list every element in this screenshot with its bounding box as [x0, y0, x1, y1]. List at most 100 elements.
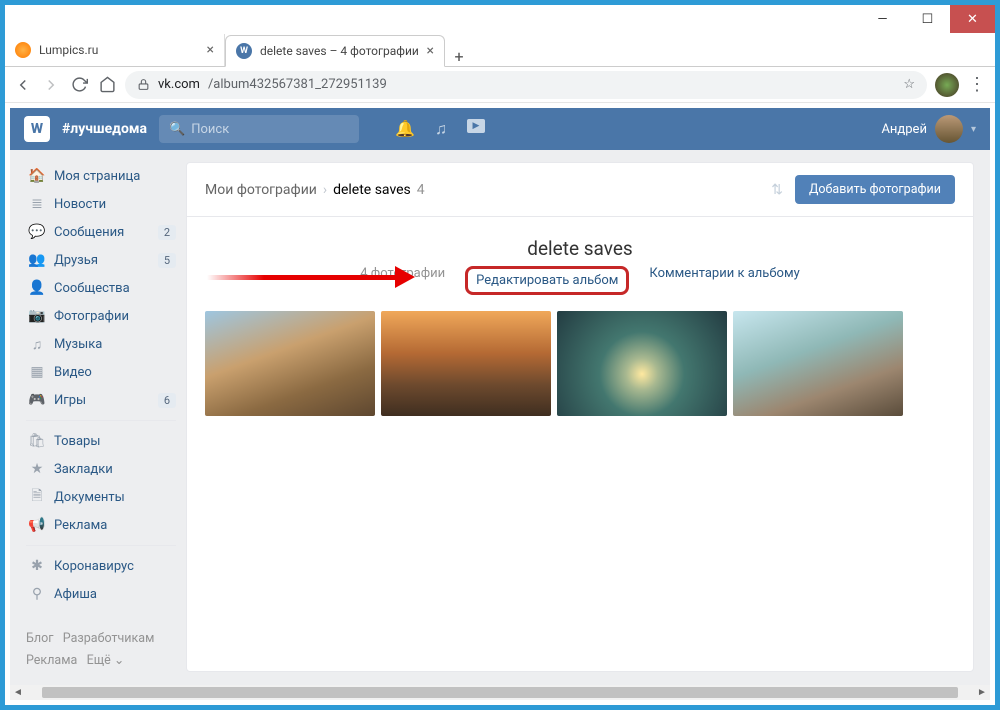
breadcrumb-count: 4	[417, 182, 425, 198]
address-bar[interactable]: vk.com/album432567381_272951139 ☆	[125, 71, 927, 99]
search-icon: 🔍	[169, 122, 185, 137]
sidebar-item-label: Сообщества	[54, 281, 130, 296]
reload-button[interactable]	[69, 75, 89, 95]
footer-ads-link[interactable]: Реклама	[26, 653, 77, 668]
sidebar-item-events[interactable]: ⚲Афиша	[26, 580, 176, 608]
user-menu[interactable]: Андрей ▾	[881, 115, 976, 143]
photos-icon: 📷	[28, 308, 46, 324]
sidebar-item-friends[interactable]: 👥 Друзья 5	[26, 246, 176, 274]
footer-more-link[interactable]: Ещё ⌄	[87, 653, 125, 668]
window-maximize-button[interactable]: ☐	[905, 5, 950, 33]
window-titlebar: — ☐ ✕	[5, 5, 995, 33]
new-tab-button[interactable]: +	[445, 47, 473, 66]
sidebar-item-label: Видео	[54, 365, 92, 380]
scroll-right-button[interactable]: ►	[974, 687, 990, 698]
sidebar-item-label: Афиша	[54, 587, 97, 602]
browser-profile-button[interactable]	[935, 73, 959, 97]
docs-icon: 🗎	[28, 485, 46, 509]
video-play-icon[interactable]: ▶	[467, 119, 485, 133]
sidebar-item-label: Новости	[54, 197, 106, 212]
divider	[26, 420, 176, 421]
album-title-block: delete saves 4 фотографии Редактировать …	[187, 217, 973, 299]
window-minimize-button[interactable]: —	[860, 5, 905, 33]
sidebar-item-messages[interactable]: 💬Сообщения2	[26, 218, 176, 246]
friends-icon: 👥	[28, 252, 46, 268]
sidebar-footer: Блог Разработчикам Реклама Ещё ⌄	[26, 608, 176, 672]
sidebar-item-docs[interactable]: 🗎 Документы	[26, 483, 176, 511]
back-button[interactable]	[13, 75, 33, 95]
sidebar-item-profile[interactable]: 🏠Моя страница	[26, 162, 176, 190]
avatar	[935, 115, 963, 143]
tab-vk-album[interactable]: W delete saves – 4 фотографии ×	[225, 35, 445, 67]
album-title: delete saves	[187, 237, 973, 260]
sidebar-item-photos[interactable]: 📷 Фотографии	[26, 302, 176, 330]
lumpics-favicon	[15, 42, 31, 58]
scroll-thumb[interactable]	[42, 687, 958, 698]
breadcrumb-root[interactable]: Мои фотографии	[205, 182, 317, 198]
music-icon: ♫	[28, 336, 46, 353]
sidebar-item-bookmarks[interactable]: ★ Закладки	[26, 455, 176, 483]
sidebar-item-label: Друзья	[54, 253, 98, 268]
messages-icon: 💬	[28, 224, 46, 240]
vk-header: W #лучшедома 🔍 Поиск 🔔 ♫ ▶ Андрей ▾	[10, 108, 990, 150]
album-panel: Мои фотографии › delete saves 4 ⇅ Добави…	[186, 162, 974, 672]
sidebar-item-label: Документы	[54, 490, 125, 505]
home-button[interactable]	[97, 75, 117, 95]
footer-devs-link[interactable]: Разработчикам	[63, 631, 155, 646]
photo-thumbnail[interactable]	[733, 311, 903, 416]
bookmark-star-icon[interactable]: ☆	[903, 77, 915, 92]
scroll-left-button[interactable]: ◄	[10, 687, 26, 698]
sidebar-item-music[interactable]: ♫Музыка	[26, 330, 176, 358]
header-hashtag[interactable]: #лучшедома	[62, 121, 147, 137]
browser-menu-button[interactable]: ⋮	[967, 75, 987, 95]
close-icon[interactable]: ×	[207, 42, 214, 58]
sidebar-item-groups[interactable]: 👤Сообщества	[26, 274, 176, 302]
breadcrumb-album: delete saves	[333, 182, 411, 198]
tab-label: Lumpics.ru	[39, 43, 98, 57]
sort-icon[interactable]: ⇅	[771, 182, 783, 198]
chevron-right-icon: ›	[323, 182, 327, 198]
username: Андрей	[881, 122, 927, 137]
sidebar-item-covid[interactable]: ✱Коронавирус	[26, 552, 176, 580]
divider	[26, 545, 176, 546]
vk-logo[interactable]: W	[24, 116, 50, 142]
notifications-icon[interactable]: 🔔	[395, 119, 415, 139]
sidebar-item-label: Фотографии	[54, 309, 129, 324]
photo-thumbnail[interactable]	[557, 311, 727, 416]
sidebar-item-label: Товары	[54, 434, 100, 449]
badge: 2	[158, 225, 176, 240]
edit-album-link[interactable]: Редактировать альбом	[465, 266, 629, 295]
url-host: vk.com	[158, 77, 200, 92]
badge: 5	[158, 253, 176, 268]
sidebar-item-label: Моя страница	[54, 169, 140, 184]
ads-icon: 📢	[28, 517, 46, 533]
tab-lumpics[interactable]: Lumpics.ru ×	[5, 34, 225, 66]
sidebar-item-market[interactable]: 🛍Товары	[26, 427, 176, 455]
footer-blog-link[interactable]: Блог	[26, 631, 53, 646]
window-close-button[interactable]: ✕	[950, 5, 995, 33]
sidebar-item-games[interactable]: 🎮Игры6	[26, 386, 176, 414]
games-icon: 🎮	[28, 392, 46, 408]
news-icon: ≣	[28, 196, 46, 212]
page-content: W #лучшедома 🔍 Поиск 🔔 ♫ ▶ Андрей ▾ 🏠Моя…	[10, 108, 990, 685]
sidebar-item-label: Закладки	[54, 462, 113, 477]
sidebar-item-video[interactable]: ▦Видео	[26, 358, 176, 386]
photo-thumbnail[interactable]	[205, 311, 375, 416]
horizontal-scrollbar[interactable]: ◄ ►	[10, 685, 990, 700]
add-photos-button[interactable]: Добавить фотографии	[795, 175, 955, 204]
sidebar-item-label: Игры	[54, 393, 86, 408]
album-comments-link[interactable]: Комментарии к альбому	[649, 266, 799, 295]
sidebar-item-label: Коронавирус	[54, 559, 134, 574]
forward-button[interactable]	[41, 75, 61, 95]
bookmarks-icon: ★	[28, 461, 46, 477]
browser-toolbar: vk.com/album432567381_272951139 ☆ ⋮	[5, 67, 995, 103]
browser-tabs: Lumpics.ru × W delete saves – 4 фотограф…	[5, 33, 995, 67]
sidebar-item-news[interactable]: ≣ Новости	[26, 190, 176, 218]
sidebar-item-ads[interactable]: 📢Реклама	[26, 511, 176, 539]
photo-thumbnail[interactable]	[381, 311, 551, 416]
music-icon[interactable]: ♫	[435, 119, 447, 139]
chevron-down-icon: ▾	[971, 124, 976, 135]
annotation-arrow	[207, 267, 427, 287]
search-input[interactable]: 🔍 Поиск	[159, 115, 359, 143]
close-icon[interactable]: ×	[427, 43, 434, 59]
